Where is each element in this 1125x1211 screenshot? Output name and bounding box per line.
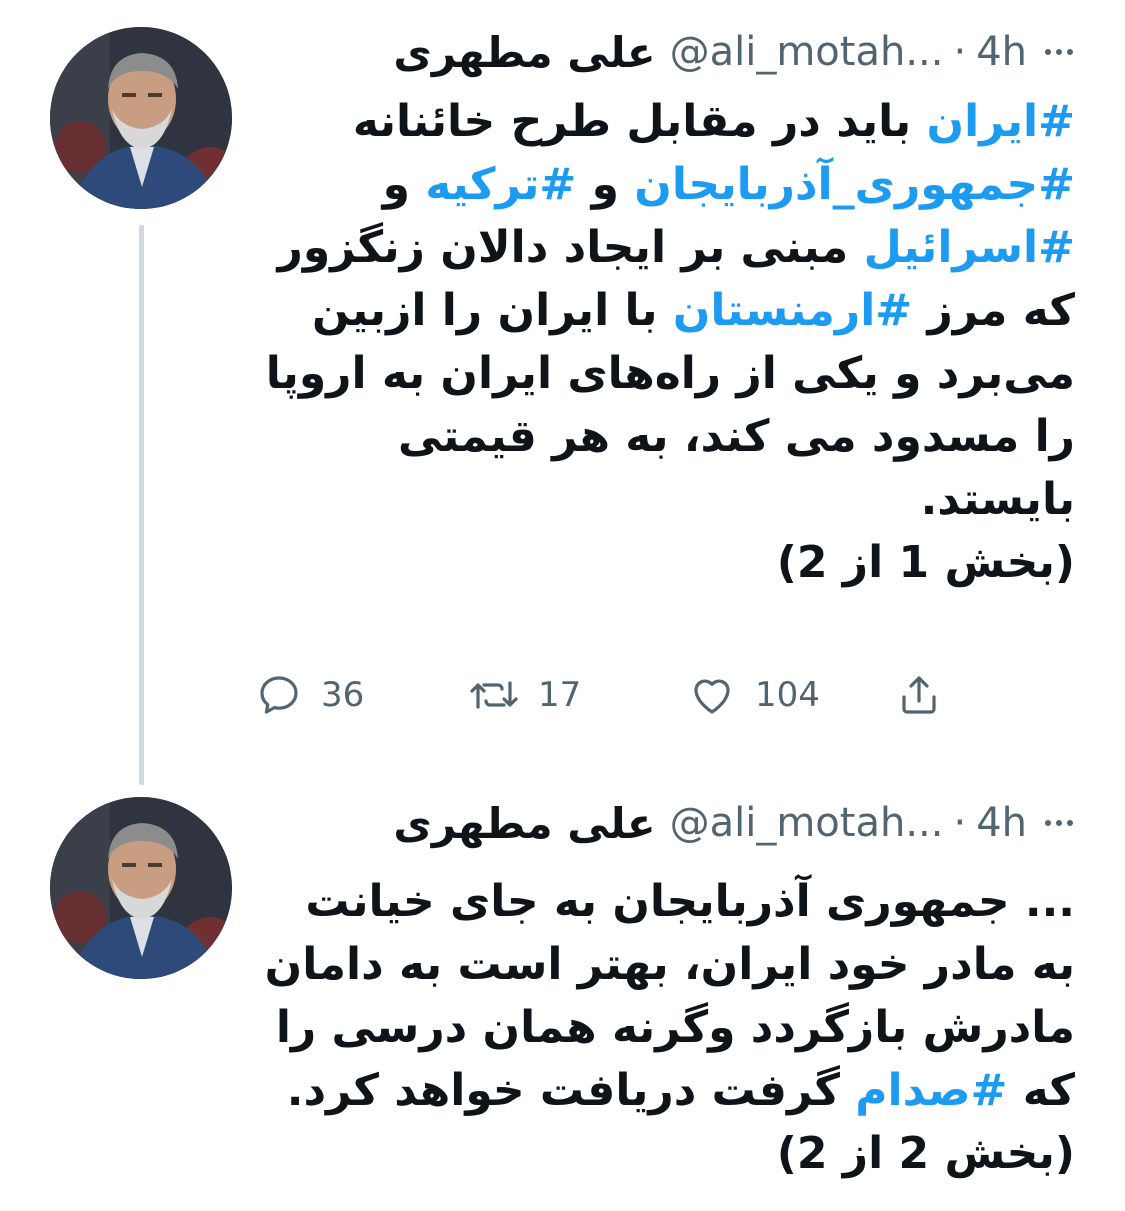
text-segment: و [382, 159, 426, 210]
text-segment: می‌برد و یکی از راه‌های ایران به اروپا [265, 348, 1075, 399]
hashtag-link[interactable]: #جمهوری_آذربایجان [634, 159, 1075, 210]
tweet-1[interactable]: 4h · @ali_motah... علی مطهری #ایران باید… [0, 0, 1125, 785]
retweet-icon [470, 681, 518, 709]
author-avatar[interactable] [50, 27, 232, 209]
text-segment: که [1007, 1065, 1075, 1116]
tweet-text: ... جمهوری آذربایجان به جای خیانت به مادر… [255, 870, 1075, 1185]
text-segment: ... جمهوری آذربایجان به جای خیانت [305, 876, 1075, 927]
text-segment: را مسدود می کند، به هر قیمتی [398, 411, 1075, 462]
tweet-action-bar: 36 17 104 [255, 665, 975, 725]
author-avatar[interactable] [50, 797, 232, 979]
tweet-text-line: #جمهوری_آذربایجان و #ترکیه و [255, 153, 1075, 216]
like-icon [694, 679, 730, 714]
reply-icon [260, 676, 298, 714]
like-button[interactable]: 104 [687, 665, 820, 725]
text-segment: به مادر خود ایران، بهتر است به دامان [264, 939, 1075, 990]
tweet-text-line: (بخش 1 از 2) [255, 531, 1075, 594]
text-segment: باید در مقابل طرح خائنانه [352, 96, 927, 147]
tweet-text-line: #اسرائیل مبنی بر ایجاد دالان زنگزور [255, 216, 1076, 279]
tweet-text-line: می‌برد و یکی از راه‌های ایران به اروپا [255, 342, 1075, 405]
author-display-name[interactable]: علی مطهری [393, 28, 655, 77]
tweet-timestamp[interactable]: 4h [976, 29, 1027, 75]
retweet-button[interactable]: 17 [468, 665, 581, 725]
tweet-header: 4h · @ali_motah... علی مطهری [255, 793, 1075, 853]
text-segment: بایستد. [920, 474, 1075, 525]
text-segment: مادرش بازگردد وگرنه همان درسی را [275, 1002, 1075, 1053]
tweet-header: 4h · @ali_motah... علی مطهری [255, 22, 1075, 82]
text-segment: (بخش 1 از 2) [776, 537, 1075, 588]
more-options-icon[interactable] [1045, 820, 1073, 826]
tweet-text-line: به مادر خود ایران، بهتر است به دامان [255, 933, 1075, 996]
tweet-text-line: که #صدام گرفت دریافت خواهد کرد. [255, 1059, 1075, 1122]
share-icon [902, 676, 936, 714]
reply-count: 36 [321, 675, 365, 715]
author-handle[interactable]: @ali_motah... [670, 800, 944, 846]
share-button[interactable] [895, 665, 943, 725]
hashtag-link[interactable]: #اسرائیل [864, 222, 1075, 273]
hashtag-link[interactable]: #ایران [927, 96, 1075, 147]
text-segment: گرفت دریافت خواهد کرد. [286, 1065, 856, 1116]
reply-button[interactable]: 36 [255, 665, 364, 725]
tweet-text-line: که مرز #ارمنستان با ایران را ازبین [255, 279, 1075, 342]
author-display-name[interactable]: علی مطهری [393, 799, 655, 848]
thread-connector-line [139, 225, 144, 785]
header-separator: · [953, 800, 967, 846]
text-segment: با ایران را ازبین [312, 285, 673, 336]
tweet-text-line: #ایران باید در مقابل طرح خائنانه [255, 90, 1075, 153]
text-segment: (بخش 2 از 2) [776, 1128, 1075, 1179]
tweet-text: #ایران باید در مقابل طرح خائنانه #جمهوری_… [255, 90, 1075, 594]
retweet-count: 17 [538, 675, 582, 715]
tweet-timestamp[interactable]: 4h [976, 800, 1027, 846]
header-separator: · [953, 29, 967, 75]
author-handle[interactable]: @ali_motah... [670, 29, 944, 75]
text-segment: که مرز [912, 285, 1075, 336]
hashtag-link[interactable]: #ترکیه [425, 159, 576, 210]
tweet-text-line: مادرش بازگردد وگرنه همان درسی را [255, 996, 1075, 1059]
tweet-text-line: را مسدود می کند، به هر قیمتی [255, 405, 1075, 468]
hashtag-link[interactable]: #صدام [855, 1065, 1007, 1116]
text-segment: و [576, 159, 635, 210]
hashtag-link[interactable]: #ارمنستان [673, 285, 912, 336]
text-segment: مبنی بر ایجاد دالان زنگزور [277, 222, 864, 273]
tweet-2[interactable]: 4h · @ali_motah... علی مطهری ... جمهوری … [0, 780, 1125, 1211]
tweet-text-line: ... جمهوری آذربایجان به جای خیانت [255, 870, 1075, 933]
like-count: 104 [755, 675, 820, 715]
tweet-text-line: (بخش 2 از 2) [255, 1122, 1075, 1185]
more-options-icon[interactable] [1045, 49, 1073, 55]
tweet-text-line: بایستد. [255, 468, 1075, 531]
